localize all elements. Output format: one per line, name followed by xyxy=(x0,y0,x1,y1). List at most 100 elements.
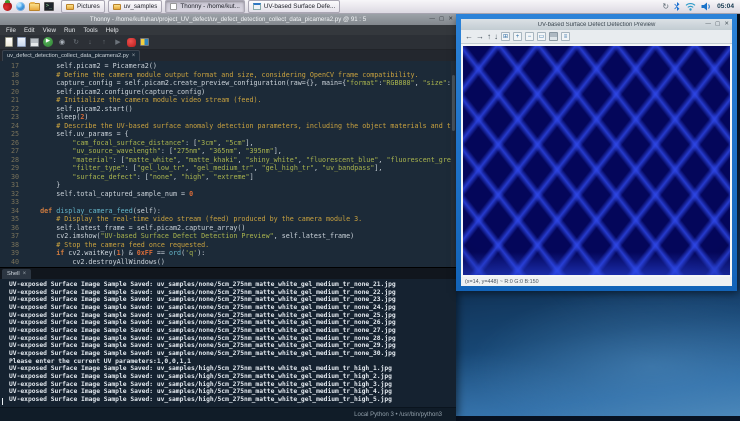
thonny-window: Thonny - /home/kutluhan/project_UV_defec… xyxy=(0,14,456,416)
code-line-29: 29 "filter_type": ["gel_low_tr", "gel_me… xyxy=(0,164,456,173)
preview-statusbar: (x=14, y=448) ~ R:0 G:0 B:150 xyxy=(461,277,732,286)
code-text: "cam_focal_surface_distance": ["3cm", "5… xyxy=(24,139,456,148)
shell-line: UV-exposed Surface Image Sample Saved: u… xyxy=(9,312,456,320)
step-into-icon[interactable]: ↓ xyxy=(85,37,95,47)
step-over-icon[interactable]: ↻ xyxy=(71,37,81,47)
code-text: def display_camera_feed(self): xyxy=(24,207,456,216)
shell-line: UV-exposed Surface Image Sample Saved: u… xyxy=(9,342,456,350)
zoom-window-icon[interactable]: ⊞ xyxy=(501,32,510,41)
close-icon[interactable]: ✕ xyxy=(448,17,453,23)
code-text: self.uv_params = { xyxy=(24,130,456,139)
line-number: 28 xyxy=(0,156,24,165)
taskbar-windows: Picturesuv_samplesThonny - /home/kut...U… xyxy=(61,0,662,13)
stop-script-icon[interactable] xyxy=(127,38,136,47)
minimize-icon[interactable]: — xyxy=(429,17,435,23)
pan-right-icon[interactable]: → xyxy=(476,33,484,41)
zoom-out-icon[interactable]: − xyxy=(525,32,534,41)
menu-item-tools[interactable]: Tools xyxy=(79,27,101,34)
menu-item-file[interactable]: File xyxy=(2,27,20,34)
code-line-32: 32 self.total_captured_sample_num = 0 xyxy=(0,190,456,199)
code-text: capture_config = self.picam2.create_prev… xyxy=(24,79,456,88)
code-text: # Initialize the camera module video str… xyxy=(24,96,456,105)
menu-item-edit[interactable]: Edit xyxy=(20,27,39,34)
shell-line: UV-exposed Surface Image Sample Saved: u… xyxy=(9,350,456,358)
step-out-icon[interactable]: ↑ xyxy=(99,37,109,47)
volume-icon[interactable] xyxy=(701,2,712,11)
menu-item-run[interactable]: Run xyxy=(60,27,79,34)
code-editor[interactable]: 17 self.picam2 = Picamera2()18 # Define … xyxy=(0,61,456,267)
line-number: 24 xyxy=(0,122,24,131)
thonny-window-title: Thonny - /home/kutluhan/project_UV_defec… xyxy=(0,16,456,23)
zoom-original-icon[interactable]: ▭ xyxy=(537,32,546,41)
uv-camera-feed xyxy=(463,46,730,275)
preview-titlebar[interactable]: UV-based Surface Defect Detection Previe… xyxy=(461,19,732,30)
web-browser-icon[interactable] xyxy=(16,2,25,11)
shell-tab-label: Shell xyxy=(7,271,20,277)
zoom-in-icon[interactable]: + xyxy=(513,32,522,41)
file-manager-icon[interactable] xyxy=(29,3,40,11)
maximize-icon[interactable]: ▢ xyxy=(715,22,720,28)
taskbar-launchers xyxy=(3,2,54,11)
code-text: # Describe the UV-based surface anomaly … xyxy=(24,122,456,131)
thonny-titlebar[interactable]: Thonny - /home/kutluhan/project_UV_defec… xyxy=(0,14,456,25)
code-text xyxy=(24,198,456,207)
code-line-17: 17 self.picam2 = Picamera2() xyxy=(0,62,456,71)
wifi-icon[interactable] xyxy=(685,2,696,11)
debug-script-icon[interactable]: ◉ xyxy=(57,37,67,47)
interpreter-status[interactable]: Local Python 3 • /usr/bin/python3 xyxy=(354,412,442,418)
code-line-19: 19 capture_config = self.picam2.create_p… xyxy=(0,79,456,88)
open-file-icon[interactable] xyxy=(17,37,26,47)
folder-icon xyxy=(66,4,74,10)
shell-line: UV-exposed Surface Image Sample Saved: u… xyxy=(9,373,456,381)
properties-icon[interactable]: ≡ xyxy=(561,32,570,41)
taskbar-window-1[interactable]: uv_samples xyxy=(108,0,163,13)
bluetooth-icon[interactable] xyxy=(674,2,680,11)
scrollbar-thumb[interactable] xyxy=(452,75,455,131)
resume-script-icon[interactable]: ▶ xyxy=(113,37,123,47)
shell-line: UV-exposed Surface Image Sample Saved: u… xyxy=(9,304,456,312)
clock[interactable]: 05:04 xyxy=(717,3,734,10)
menu-item-help[interactable]: Help xyxy=(102,27,123,34)
thonny-statusbar: Local Python 3 • /usr/bin/python3 xyxy=(0,407,456,421)
updates-icon[interactable]: ↻ xyxy=(662,3,669,11)
line-number: 32 xyxy=(0,190,24,199)
pan-left-icon[interactable]: ← xyxy=(465,33,473,41)
maximize-icon[interactable]: ▢ xyxy=(439,17,444,23)
taskbar-window-3[interactable]: UV-based Surface Defe... xyxy=(248,0,340,13)
folder-icon xyxy=(113,4,121,10)
shell-line: UV-exposed Surface Image Sample Saved: u… xyxy=(9,281,456,289)
menu-item-view[interactable]: View xyxy=(39,27,60,34)
shell-cursor xyxy=(2,398,3,405)
pan-up-icon[interactable]: ↑ xyxy=(487,33,491,41)
minimize-icon[interactable]: — xyxy=(705,22,711,28)
preview-window: UV-based Surface Defect Detection Previe… xyxy=(456,14,737,291)
line-number: 35 xyxy=(0,215,24,224)
line-number: 36 xyxy=(0,224,24,233)
shell-output[interactable]: UV-exposed Surface Image Sample Saved: u… xyxy=(0,279,456,407)
code-text: "surface_defect": ["none", "high", "extr… xyxy=(24,173,456,182)
code-line-20: 20 self.picam2.configure(capture_config) xyxy=(0,88,456,97)
code-text: self.latest_frame = self.picam2.capture_… xyxy=(24,224,456,233)
shell-tab-close-icon[interactable]: × xyxy=(23,271,27,277)
shell-line: UV-exposed Surface Image Sample Saved: u… xyxy=(9,335,456,343)
editor-tab[interactable]: uv_defect_detection_collect_data_picamer… xyxy=(2,50,140,61)
new-file-icon[interactable] xyxy=(5,37,13,47)
run-script-icon[interactable]: ▶ xyxy=(43,37,53,47)
close-icon[interactable]: ✕ xyxy=(724,22,729,28)
zoom-windows-icon[interactable] xyxy=(140,38,149,46)
pan-down-icon[interactable]: ↓ xyxy=(494,33,498,41)
terminal-icon[interactable] xyxy=(44,2,54,11)
shell-line: UV-exposed Surface Image Sample Saved: u… xyxy=(9,319,456,327)
tab-close-icon[interactable]: × xyxy=(132,53,136,59)
save-image-icon[interactable] xyxy=(549,32,558,41)
shell-line: UV-exposed Surface Image Sample Saved: u… xyxy=(9,365,456,373)
taskbar-window-2[interactable]: Thonny - /home/kut... xyxy=(165,0,245,13)
save-file-icon[interactable] xyxy=(30,38,39,47)
thonny-icon xyxy=(170,3,177,10)
preview-window-controls: — ▢ ✕ xyxy=(705,19,729,30)
raspberry-menu-icon[interactable] xyxy=(3,2,12,11)
line-number: 27 xyxy=(0,147,24,156)
taskbar-window-0[interactable]: Pictures xyxy=(61,0,105,13)
line-number: 19 xyxy=(0,79,24,88)
shell-tab[interactable]: Shell × xyxy=(2,269,31,279)
